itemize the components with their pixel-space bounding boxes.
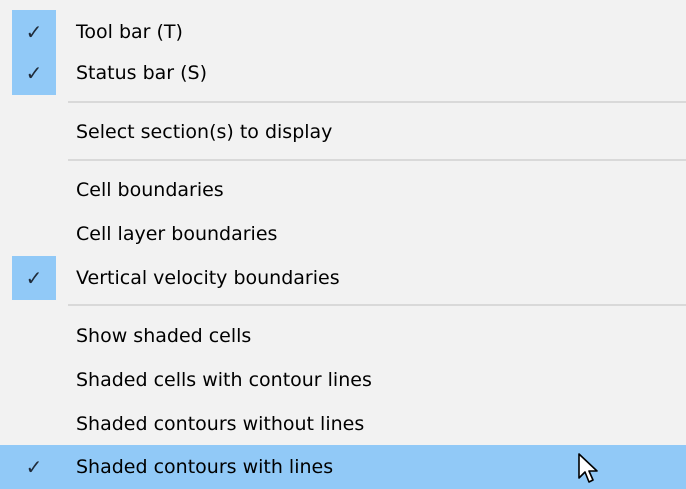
- menu-separator: [68, 159, 686, 161]
- menu-item-show-shaded-cells[interactable]: Show shaded cells: [0, 314, 686, 358]
- check-icon: [12, 358, 56, 402]
- check-column: [12, 212, 56, 256]
- check-column: ✓: [12, 256, 56, 300]
- check-column: [12, 168, 56, 212]
- check-column: ✓: [12, 445, 56, 489]
- menu-item-status-bar[interactable]: ✓ Status bar (S): [0, 51, 686, 95]
- check-column: ✓: [12, 10, 56, 54]
- check-icon: [12, 314, 56, 358]
- menu-item-cell-boundaries[interactable]: Cell boundaries: [0, 168, 686, 212]
- menu-item-label: Cell boundaries: [76, 179, 224, 201]
- menu-item-cell-layer-boundaries[interactable]: Cell layer boundaries: [0, 212, 686, 256]
- mouse-pointer-icon: [578, 453, 598, 483]
- check-icon: ✓: [25, 20, 43, 44]
- menu-item-shaded-contours-without-lines[interactable]: Shaded contours without lines: [0, 402, 686, 446]
- check-icon: ✓: [25, 61, 43, 85]
- menu-item-label: Shaded contours with lines: [76, 456, 334, 478]
- menu-item-shaded-cells-with-contour-lines[interactable]: Shaded cells with contour lines: [0, 358, 686, 402]
- menu-item-label: Vertical velocity boundaries: [76, 267, 340, 289]
- menu-item-label: Shaded cells with contour lines: [76, 369, 372, 391]
- check-icon: ✓: [25, 266, 43, 290]
- menu-item-select-sections[interactable]: Select section(s) to display: [0, 110, 686, 154]
- menu-item-label: Cell layer boundaries: [76, 223, 278, 245]
- menu-separator: [68, 101, 686, 103]
- menu-item-label: Show shaded cells: [76, 325, 252, 347]
- check-icon: ✓: [25, 455, 43, 479]
- check-icon: [12, 168, 56, 212]
- check-icon: [12, 110, 56, 154]
- menu-item-tool-bar[interactable]: ✓ Tool bar (T): [0, 10, 686, 54]
- menu-item-vertical-velocity-boundaries[interactable]: ✓ Vertical velocity boundaries: [0, 256, 686, 300]
- check-icon: [12, 212, 56, 256]
- menu-item-label: Select section(s) to display: [76, 121, 333, 143]
- check-column: ✓: [12, 51, 56, 95]
- check-column: [12, 358, 56, 402]
- menu-item-label: Tool bar (T): [76, 21, 183, 43]
- check-icon: [12, 402, 56, 446]
- check-column: [12, 402, 56, 446]
- menu-separator: [68, 304, 686, 306]
- check-column: [12, 110, 56, 154]
- menu-item-label: Status bar (S): [76, 62, 208, 84]
- menu-item-label: Shaded contours without lines: [76, 413, 365, 435]
- view-context-menu: ✓ Tool bar (T) ✓ Status bar (S) Select s…: [0, 0, 686, 489]
- check-column: [12, 314, 56, 358]
